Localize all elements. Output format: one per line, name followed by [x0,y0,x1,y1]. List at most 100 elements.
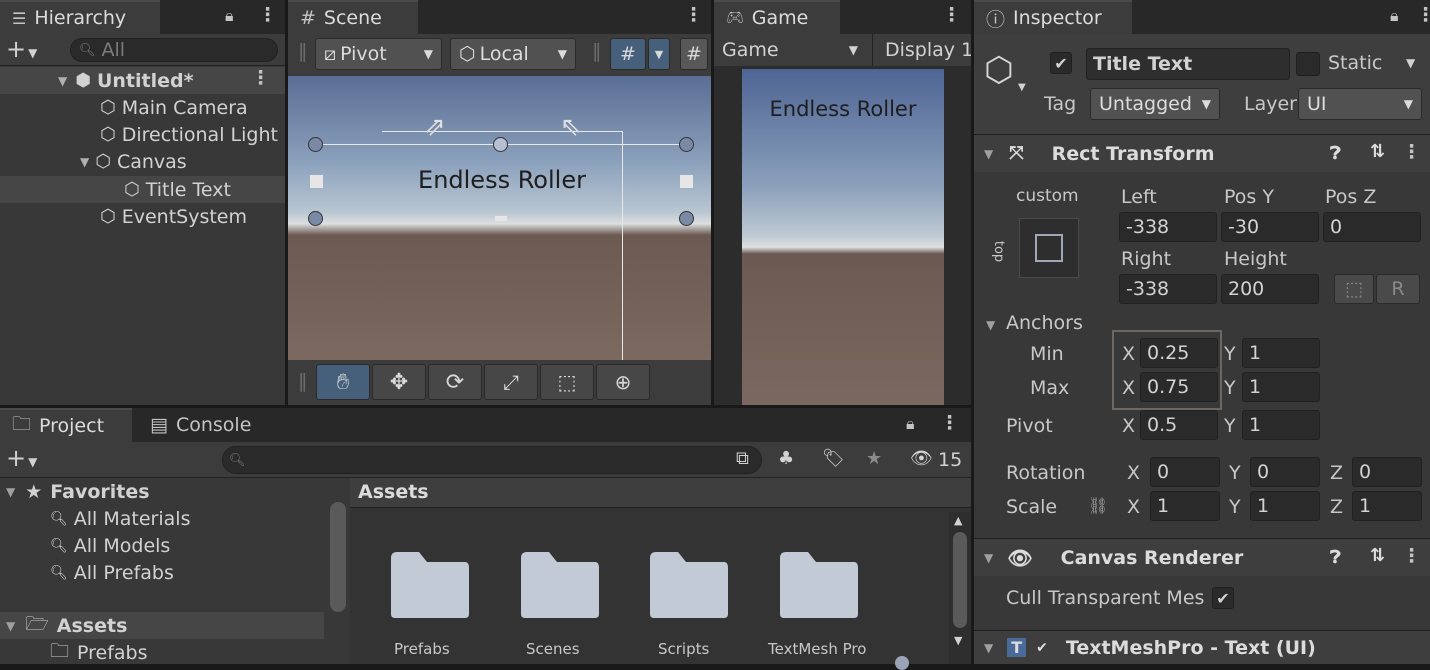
hierarchy-item-eventsystem[interactable]: ⬡ EventSystem [0,203,285,230]
rot-y-input[interactable]: 0 [1250,457,1320,487]
lock-icon[interactable]: 🔒︎ [1390,6,1399,26]
favorite-star-icon[interactable]: ★ [866,448,882,469]
scale-x-input[interactable]: 1 [1150,491,1220,521]
rect-transform-header[interactable]: ▼ ⤧ Rect Transform ❓︎ ⇅ ⋮ [974,134,1430,172]
favorite-item-models[interactable]: 🔍︎ All Models [0,532,328,559]
rotate-tool-button[interactable]: ⟳ [428,364,482,400]
game-viewport[interactable]: Endless Roller [742,69,944,405]
tag-dropdown[interactable]: Untagged ▼ [1090,88,1220,120]
posz-input[interactable]: 0 [1323,212,1421,242]
create-asset-button[interactable]: + ▼ [6,444,37,472]
handle-bottom-right[interactable] [679,211,694,226]
filter-label-icon[interactable]: 🏷︎ [822,448,845,469]
anchor-preset-button[interactable] [1019,218,1079,278]
display-dropdown[interactable]: Display 1 [872,34,971,66]
anchor-handle-icon[interactable]: ⇖ [560,112,582,142]
preset-icon[interactable]: ⇅ [1370,141,1385,162]
right-input[interactable]: -338 [1119,274,1217,304]
tab-game[interactable]: 🎮︎ Game [714,0,840,34]
anchors-foldout-icon[interactable]: ▼ [986,318,995,332]
object-name-input[interactable]: Title Text [1086,48,1290,80]
favorites-row[interactable]: ▼ ★ Favorites [0,478,328,505]
add-object-button[interactable]: + ▼ [6,35,37,63]
component-menu-button[interactable]: ⋮ [1402,141,1421,163]
scale-y-input[interactable]: 1 [1250,491,1320,521]
asset-folder-prefabs[interactable]: 🗀 Prefabs [0,639,328,666]
layer-dropdown[interactable]: UI ▼ [1298,88,1422,120]
rect-tool-button[interactable]: ⬚ [540,364,594,400]
scene-menu-button[interactable]: ⋮ [251,67,270,89]
pivot-dropdown[interactable]: ⧄ Pivot ▼ [315,38,442,70]
pivot-y-input[interactable]: 1 [1242,410,1320,440]
tab-inspector[interactable]: ⓘ Inspector [974,0,1132,34]
folder-scenes[interactable] [519,550,601,620]
handle-top-center[interactable] [493,137,508,152]
hierarchy-menu-button[interactable]: ⋮ [258,4,277,26]
game-view-dropdown[interactable]: Game ▼ [714,34,866,66]
move-tool-button[interactable]: ✥ [372,364,426,400]
folder-textmesh-pro[interactable] [778,550,860,620]
folder-scripts[interactable] [648,550,730,620]
hidden-packages-icon[interactable]: 👁︎ [910,448,933,469]
project-menu-button[interactable]: ⋮ [940,412,959,434]
lock-icon[interactable]: 🔒︎ [906,414,915,434]
scale-tool-button[interactable]: ⤢ [484,364,538,400]
active-checkbox[interactable]: ✔ [1050,52,1072,74]
project-search-input[interactable]: 🔍︎ [222,446,762,474]
transform-tool-button[interactable]: ⊕ [596,364,650,400]
max-x-input[interactable]: 0.75 [1140,372,1218,402]
handle-top-right[interactable] [679,137,694,152]
folder-prefabs[interactable] [389,550,471,620]
min-x-input[interactable]: 0.25 [1140,338,1218,368]
rot-x-input[interactable]: 0 [1150,457,1220,487]
assets-root-row[interactable]: ▼ 🗁 Assets [0,612,324,639]
scroll-down-icon[interactable]: ▼ [954,634,962,647]
hierarchy-item-canvas[interactable]: ▼ ⬡ Canvas [0,148,285,175]
handle-bottom-left[interactable] [308,211,323,226]
scene-row[interactable]: ▼ ⬢ Untitled* ⋮ [0,67,285,94]
gameobject-cube-icon[interactable]: ⬡ [984,50,1014,90]
hand-tool-button[interactable]: ✋︎ [316,364,370,400]
preset-icon[interactable]: ⇅ [1370,545,1385,566]
component-menu-button[interactable]: ⋮ [1402,545,1421,567]
handle-bottom-center[interactable] [495,216,507,221]
blueprint-mode-button[interactable]: ⬚ [1334,274,1374,304]
grid-visibility-button[interactable]: # [680,38,708,70]
posy-input[interactable]: -30 [1221,212,1319,242]
local-dropdown[interactable]: ⬡ Local ▼ [450,38,576,70]
left-input[interactable]: -338 [1119,212,1217,242]
icon-size-slider-knob[interactable] [895,656,909,670]
lock-icon[interactable]: 🔒︎ [225,6,234,26]
tab-project[interactable]: 🗀 Project [0,408,132,442]
height-input[interactable]: 200 [1221,274,1319,304]
pivot-x-input[interactable]: 0.5 [1140,410,1218,440]
help-icon[interactable]: ❓︎ [1330,547,1341,568]
textmeshpro-header[interactable]: ▼ T ✔ TextMeshPro - Text (UI) [974,630,1430,664]
max-y-input[interactable]: 1 [1242,372,1320,402]
tab-scene[interactable]: # Scene [288,0,418,34]
hierarchy-search-input[interactable]: 🔍︎ All [70,38,278,62]
rot-z-input[interactable]: 0 [1352,457,1422,487]
grid-snap-button[interactable]: # [610,38,646,70]
textmeshpro-checkbox[interactable]: ✔ [1036,640,1048,656]
handle-top-left[interactable] [308,137,323,152]
cull-transparent-checkbox[interactable]: ✔ [1212,587,1234,609]
game-menu-button[interactable]: ⋮ [942,4,961,26]
scroll-up-icon[interactable]: ▲ [954,514,962,527]
canvas-renderer-header[interactable]: ▼ 👁︎ Canvas Renderer ❓︎ ⇅ ⋮ [974,538,1430,576]
static-checkbox[interactable] [1296,52,1320,76]
filter-type-icon[interactable]: ♣ [778,448,794,469]
scale-z-input[interactable]: 1 [1352,491,1422,521]
inspector-menu-button[interactable]: ⋮ [1416,4,1430,26]
asset-scrollbar-thumb[interactable] [953,532,967,628]
constrain-proportions-icon[interactable]: ⛓︎ [1088,496,1108,515]
help-icon[interactable]: ❓︎ [1330,143,1341,164]
anchor-handle-icon[interactable]: ⇗ [424,112,446,142]
raw-edit-button[interactable]: R [1376,274,1420,304]
scene-menu-button[interactable]: ⋮ [684,4,703,26]
tab-console[interactable]: ▤ Console [138,408,268,442]
scene-viewport[interactable]: ⇗ ⇖ Endless Roller [288,76,711,360]
hierarchy-item-directional-light[interactable]: ⬡ Directional Light [0,121,285,148]
min-y-input[interactable]: 1 [1242,338,1320,368]
hierarchy-item-title-text[interactable]: ⬡ Title Text [0,176,285,203]
